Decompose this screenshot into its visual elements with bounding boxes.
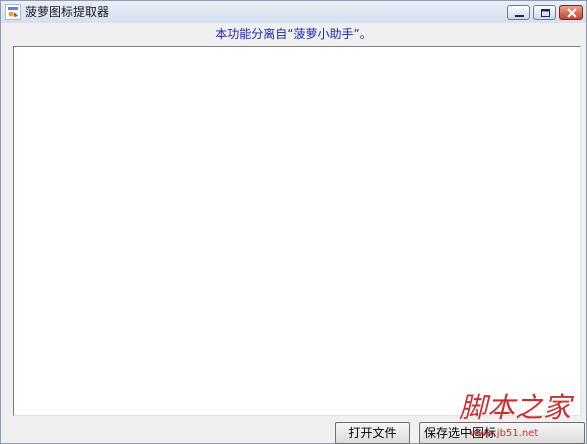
maximize-icon [541, 9, 550, 17]
feature-notice: 本功能分离自“菠萝小助手”。 [215, 27, 372, 41]
app-icon[interactable] [5, 4, 21, 20]
close-button[interactable] [559, 5, 583, 20]
window-title: 菠萝图标提取器 [25, 5, 110, 19]
close-icon [567, 8, 577, 18]
app-window: 菠萝图标提取器 本功能分离自“菠萝小助手”。 打开文件 保存选中图标 [0, 0, 587, 444]
maximize-button[interactable] [533, 5, 556, 20]
minimize-icon [515, 15, 524, 17]
title-bar[interactable]: 菠萝图标提取器 [1, 1, 586, 23]
icon-list-area[interactable] [13, 46, 581, 416]
open-file-button[interactable]: 打开文件 [335, 422, 410, 444]
minimize-button[interactable] [507, 5, 530, 20]
save-selected-button[interactable]: 保存选中图标 [419, 422, 585, 444]
